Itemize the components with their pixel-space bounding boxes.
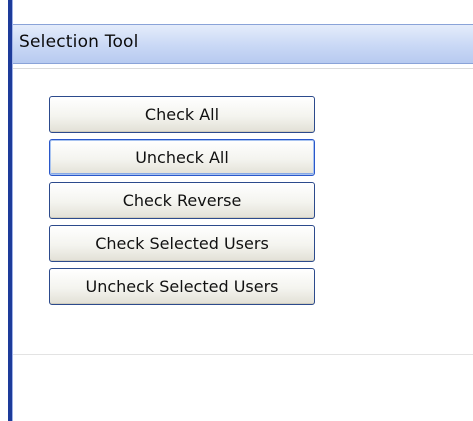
panel-header: Selection Tool — [13, 24, 473, 64]
check-selected-users-button[interactable]: Check Selected Users — [49, 225, 315, 262]
window-left-border — [8, 0, 13, 421]
selection-button-list: Check All Uncheck All Check Reverse Chec… — [49, 96, 319, 311]
uncheck-all-button[interactable]: Uncheck All — [49, 139, 315, 176]
selection-tool-window: Selection Tool Check All Uncheck All Che… — [0, 0, 473, 421]
panel-title: Selection Tool — [19, 32, 139, 52]
panel-footer-divider — [13, 354, 473, 355]
uncheck-selected-users-button[interactable]: Uncheck Selected Users — [49, 268, 315, 305]
check-reverse-button[interactable]: Check Reverse — [49, 182, 315, 219]
selection-tool-panel: Selection Tool Check All Uncheck All Che… — [13, 24, 473, 354]
check-all-button[interactable]: Check All — [49, 96, 315, 133]
header-divider — [13, 68, 473, 69]
